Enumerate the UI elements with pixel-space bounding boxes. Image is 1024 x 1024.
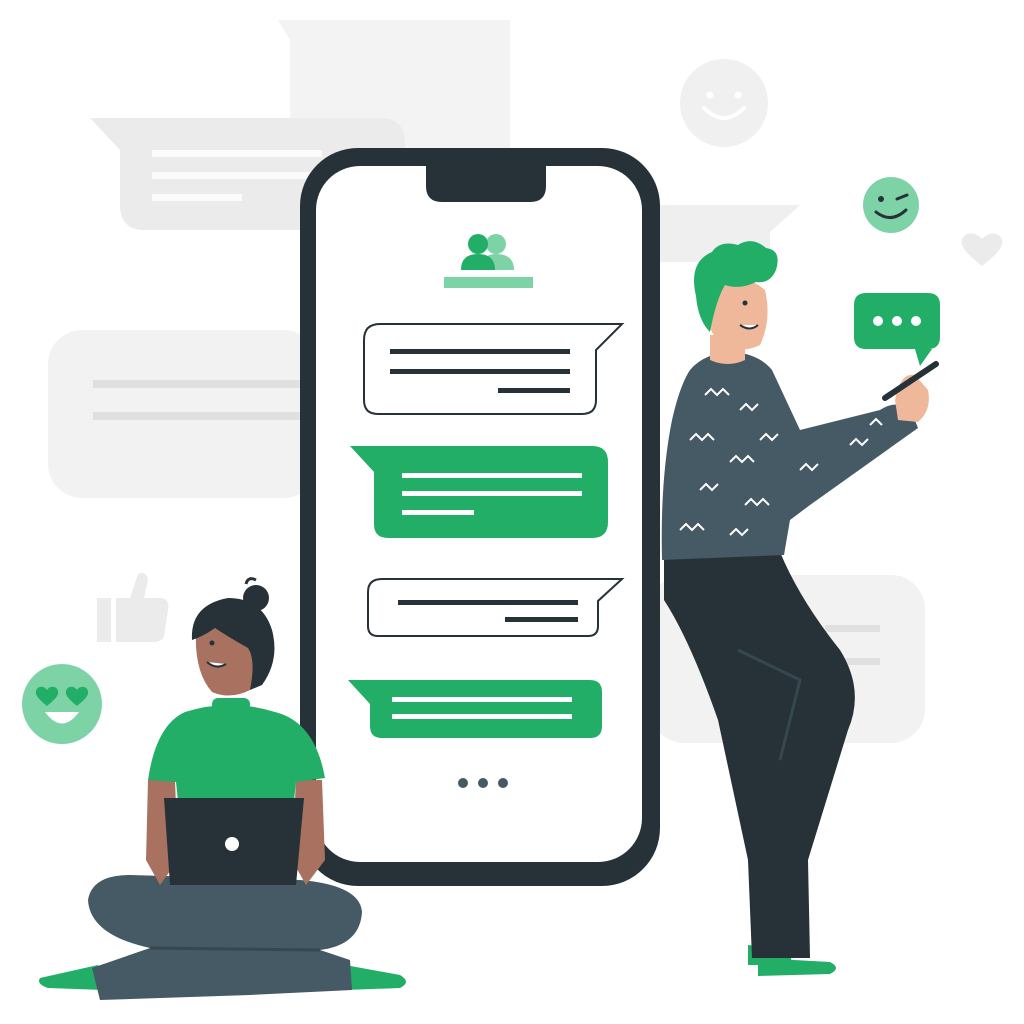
heart-eyes-face-icon [22, 664, 102, 744]
laptop-logo [225, 837, 239, 851]
chat-illustration [0, 0, 1024, 1024]
message-bubble-sent-1 [350, 446, 608, 538]
man-sweater [661, 352, 918, 560]
heart-icon [961, 233, 1003, 266]
phone-notch [426, 166, 546, 202]
woman-laptop [164, 798, 304, 885]
smiley-face-icon [680, 59, 768, 147]
typing-indicator [458, 778, 508, 788]
bg-bubble-left-mid [48, 330, 318, 498]
message-bubble-received-2 [367, 578, 625, 637]
chat-header-bar [444, 277, 533, 288]
typing-bubble-icon [854, 293, 940, 366]
woman-shoe-right [345, 965, 406, 990]
woman-collar [212, 698, 250, 716]
thumbs-up-icon [97, 572, 169, 642]
woman-hair-bun [243, 585, 269, 611]
woman-pants [88, 875, 362, 1000]
wink-face-icon [863, 177, 919, 233]
man-shoe-front [758, 958, 836, 976]
phone [300, 148, 660, 886]
message-bubble-sent-2 [348, 680, 602, 738]
message-bubble-received-1 [363, 323, 625, 415]
illustration-canvas [22, 20, 1003, 1000]
